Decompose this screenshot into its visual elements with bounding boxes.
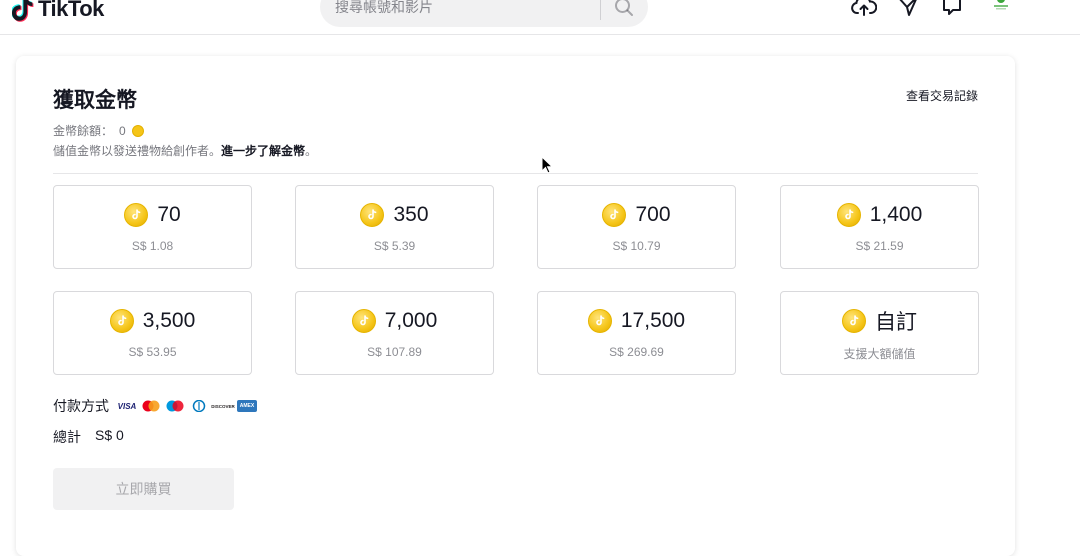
coins-description: 儲值金幣以發送禮物給創作者。進一步了解金幣。 [53, 142, 317, 159]
total-label: 總計 [53, 429, 81, 445]
package-price: S$ 10.79 [612, 239, 661, 253]
coin-package-3500[interactable]: 3,500 S$ 53.95 [53, 291, 252, 375]
payment-label: 付款方式 [53, 398, 109, 414]
coin-icon [602, 203, 627, 227]
coin-package-7000[interactable]: 7,000 S$ 107.89 [295, 291, 494, 375]
package-amount: 7,000 [384, 309, 438, 332]
package-amount: 70 [157, 203, 181, 226]
package-amount: 3,500 [142, 309, 196, 332]
message-icon [943, 0, 961, 15]
search-input[interactable] [335, 0, 580, 27]
description-text: 儲值金幣以發送禮物給創作者。 [53, 144, 222, 158]
coin-icon [587, 309, 612, 333]
package-amount: 1,400 [869, 203, 923, 226]
package-price: S$ 107.89 [367, 345, 422, 359]
coin-icon [842, 309, 866, 333]
mastercard-icon [141, 400, 161, 412]
package-amount: 自訂 [875, 311, 917, 334]
search-button[interactable] [601, 0, 647, 27]
coin-icon [131, 124, 144, 137]
package-price: S$ 269.69 [609, 345, 664, 359]
coin-packages: 70 S$ 1.08 350 S$ 5.39 700 S$ 10.79 1,40… [53, 185, 979, 375]
coin-balance: 金幣餘額： 0 [53, 122, 144, 139]
amex-icon: AMEX [237, 400, 257, 412]
package-price: S$ 21.59 [855, 239, 904, 253]
total-value: S$ 0 [95, 427, 124, 443]
search-icon [615, 0, 633, 16]
buy-now-button[interactable]: 立即購買 [53, 468, 234, 510]
payment-methods: 付款方式 VISA DISCOVER AMEX [53, 396, 257, 416]
avatar[interactable] [987, 0, 1015, 18]
package-amount: 17,500 [620, 309, 686, 332]
coin-package-17500[interactable]: 17,500 S$ 269.69 [537, 291, 736, 375]
package-price: S$ 5.39 [373, 239, 416, 253]
logo-wordmark: TikTok [38, 0, 104, 21]
package-amount: 700 [635, 203, 671, 226]
visa-icon: VISA [117, 401, 137, 411]
transaction-history-link[interactable]: 查看交易記錄 [906, 87, 978, 104]
coin-package-350[interactable]: 350 S$ 5.39 [295, 185, 494, 269]
upload-button[interactable] [851, 0, 877, 19]
coin-package-custom[interactable]: 自訂 支援大額儲值 [780, 291, 979, 375]
coin-icon [109, 309, 134, 333]
top-navigation-bar: TikTok [0, 0, 1080, 35]
messages-button[interactable] [939, 0, 965, 19]
coin-icon [124, 203, 149, 227]
learn-more-link[interactable]: 進一步了解金幣 [221, 144, 305, 158]
payment-card-icons: VISA DISCOVER AMEX [117, 400, 257, 412]
discover-icon: DISCOVER [211, 403, 235, 409]
coin-icon [351, 309, 376, 333]
package-amount: 350 [393, 203, 429, 226]
coin-package-70[interactable]: 70 S$ 1.08 [53, 185, 252, 269]
total: 總計 S$ 0 [53, 427, 124, 447]
tiktok-note-icon [12, 0, 34, 22]
page-title: 獲取金幣 [53, 89, 137, 112]
diners-icon [189, 400, 209, 412]
coin-icon [360, 203, 385, 227]
mouse-cursor-icon [541, 156, 553, 174]
package-price: S$ 53.95 [128, 345, 177, 359]
avatar-icon [994, 0, 1008, 10]
search-bar [320, 0, 648, 27]
package-price: 支援大額儲值 [843, 347, 916, 361]
upload-icon [851, 0, 877, 16]
section-divider [53, 173, 978, 174]
balance-label: 金幣餘額： [53, 124, 114, 138]
tiktok-logo[interactable]: TikTok [12, 0, 104, 24]
coin-icon [836, 203, 861, 227]
maestro-icon [165, 400, 185, 412]
get-coins-card: 獲取金幣 查看交易記錄 金幣餘額： 0 儲值金幣以發送禮物給創作者。進一步了解金… [16, 56, 1015, 556]
balance-value: 0 [119, 123, 126, 138]
send-icon [899, 0, 917, 16]
coin-package-1400[interactable]: 1,400 S$ 21.59 [780, 185, 979, 269]
package-price: S$ 1.08 [131, 239, 174, 253]
coin-package-700[interactable]: 700 S$ 10.79 [537, 185, 736, 269]
inbox-button[interactable] [895, 0, 921, 19]
description-suffix: 。 [305, 144, 318, 158]
